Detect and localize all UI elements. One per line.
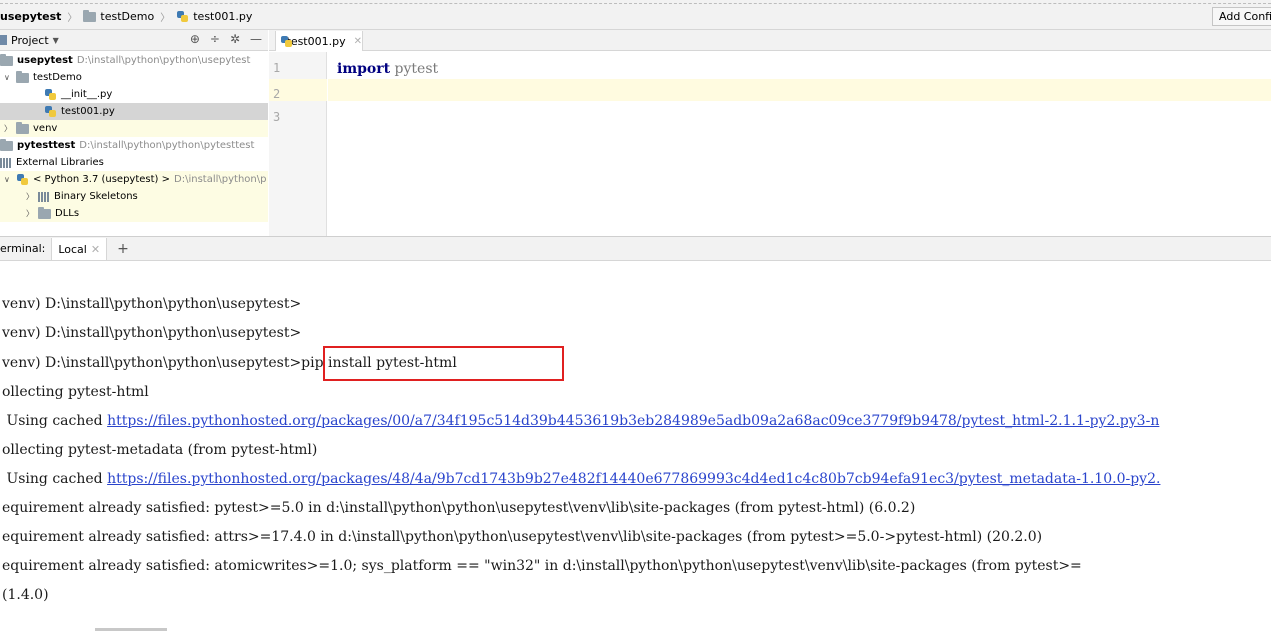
terminal-line: equirement already satisfied: atomicwrit… bbox=[2, 558, 1082, 574]
chevron-right-icon[interactable]: 〉 bbox=[26, 208, 34, 219]
chevron-down-icon[interactable]: ∨ bbox=[4, 73, 12, 82]
add-configuration-button[interactable]: Add Confi bbox=[1212, 7, 1271, 26]
tree-item-label: __init__.py bbox=[61, 89, 113, 100]
dropdown-arrow-icon: ▼ bbox=[52, 35, 59, 45]
tree-item-label: testDemo bbox=[33, 72, 82, 83]
close-icon[interactable]: ✕ bbox=[91, 243, 100, 256]
breadcrumb-file-label: test001.py bbox=[193, 10, 253, 23]
tree-item-python-sdk[interactable]: ∨ < Python 3.7 (usepytest) > D:\install\… bbox=[0, 171, 268, 188]
line-number: 2 bbox=[273, 87, 281, 101]
python-file-icon bbox=[280, 35, 292, 48]
package-url-link[interactable]: https://files.pythonhosted.org/packages/… bbox=[107, 413, 1159, 429]
tree-item-pytesttest[interactable]: pytesttest D:\install\python\python\pyte… bbox=[0, 137, 268, 154]
tree-item-label: pytesttest bbox=[17, 140, 76, 151]
terminal-line: Using cached https://files.pythonhosted.… bbox=[2, 471, 1160, 487]
close-icon[interactable]: ✕ bbox=[354, 36, 362, 47]
project-toolbar: ⊕ ÷ ✲ — bbox=[190, 32, 262, 46]
terminal-line: equirement already satisfied: attrs>=17.… bbox=[2, 529, 1043, 545]
chevron-right-icon: 〉 bbox=[160, 13, 171, 24]
highlight-box bbox=[323, 346, 564, 381]
breadcrumb-project[interactable]: usepytest bbox=[0, 10, 61, 23]
tree-item-label: DLLs bbox=[55, 208, 80, 219]
folder-icon bbox=[0, 53, 13, 66]
breadcrumb-folder-label: testDemo bbox=[100, 10, 155, 23]
line-number: 3 bbox=[273, 110, 281, 124]
tree-item-init[interactable]: __init__.py bbox=[0, 86, 268, 103]
code-keyword: import bbox=[337, 61, 391, 77]
tree-item-external-libraries[interactable]: External Libraries bbox=[0, 154, 268, 171]
terminal-line: Using cached https://files.pythonhosted.… bbox=[2, 413, 1159, 429]
tree-item-usepytest[interactable]: usepytest D:\install\python\python\usepy… bbox=[0, 52, 268, 69]
python-file-icon bbox=[44, 88, 57, 101]
breadcrumb-project-label: usepytest bbox=[0, 10, 62, 23]
tree-item-path: D:\install\python\p bbox=[174, 174, 267, 185]
breadcrumb-file[interactable]: test001.py bbox=[176, 10, 252, 23]
tree-item-testdemo[interactable]: ∨ testDemo bbox=[0, 69, 268, 86]
library-icon bbox=[0, 157, 12, 168]
current-line-highlight bbox=[328, 79, 1271, 101]
terminal-line-prefix: Using cached bbox=[2, 471, 108, 487]
breadcrumb-folder[interactable]: testDemo bbox=[83, 9, 155, 23]
terminal-output[interactable]: venv) D:\install\python\python\usepytest… bbox=[0, 262, 1271, 631]
terminal-line: ollecting pytest-metadata (from pytest-h… bbox=[2, 442, 318, 458]
editor-tab-bar: test001.py ✕ bbox=[269, 30, 1271, 51]
code-editor[interactable]: import pytest bbox=[328, 52, 1271, 236]
folder-icon bbox=[16, 70, 29, 83]
terminal-tab-label: Local bbox=[58, 242, 87, 256]
code-line: import pytest bbox=[337, 61, 438, 77]
project-tree: usepytest D:\install\python\python\usepy… bbox=[0, 52, 268, 236]
tree-item-test001[interactable]: test001.py bbox=[0, 103, 268, 120]
tree-item-venv[interactable]: 〉 venv bbox=[0, 120, 268, 137]
terminal-header: erminal: Local ✕ + bbox=[0, 236, 1271, 261]
tree-item-path: D:\install\python\python\usepytest bbox=[76, 55, 251, 66]
folder-icon bbox=[83, 9, 97, 22]
folder-icon bbox=[38, 206, 51, 219]
line-number-gutter: 1 2 3 bbox=[269, 52, 327, 236]
project-icon bbox=[0, 35, 7, 45]
package-url-link[interactable]: https://files.pythonhosted.org/packages/… bbox=[107, 471, 1160, 487]
tree-item-dlls[interactable]: 〉 DLLs bbox=[0, 205, 268, 222]
terminal-title: erminal: bbox=[0, 242, 46, 255]
tab-test001[interactable]: test001.py ✕ bbox=[275, 31, 363, 51]
terminal-tab-local[interactable]: Local ✕ bbox=[51, 237, 108, 260]
python-sdk-icon bbox=[16, 173, 29, 186]
tab-label: test001.py bbox=[286, 34, 346, 48]
tree-item-label: < Python 3.7 (usepytest) > bbox=[33, 174, 171, 185]
library-icon bbox=[38, 191, 50, 202]
chevron-right-icon[interactable]: 〉 bbox=[4, 123, 12, 134]
navigation-bar: usepytest 〉 testDemo 〉 test001.py Add Co… bbox=[0, 0, 1271, 30]
menu-bar-remnant bbox=[0, 0, 1271, 4]
tree-item-binary-skeletons[interactable]: 〉 Binary Skeletons bbox=[0, 188, 268, 205]
tree-item-path: D:\install\python\python\pytesttest bbox=[79, 140, 255, 151]
tree-item-label: usepytest bbox=[17, 55, 73, 66]
gear-icon[interactable]: ✲ bbox=[230, 32, 240, 46]
chevron-down-icon[interactable]: ∨ bbox=[4, 175, 12, 184]
python-file-icon bbox=[176, 10, 189, 23]
terminal-line-prefix: Using cached bbox=[2, 413, 108, 429]
tree-item-label: Binary Skeletons bbox=[54, 191, 138, 202]
tree-item-label: venv bbox=[33, 123, 58, 134]
terminal-line: equirement already satisfied: pytest>=5.… bbox=[2, 500, 916, 516]
project-view-selector[interactable]: Project ▼ bbox=[0, 34, 59, 47]
new-terminal-icon[interactable]: + bbox=[117, 241, 129, 257]
tree-item-label: test001.py bbox=[61, 106, 115, 117]
project-panel-title: Project bbox=[11, 33, 49, 47]
breadcrumb: usepytest 〉 testDemo 〉 test001.py bbox=[0, 9, 252, 24]
project-panel-header: Project ▼ ⊕ ÷ ✲ — bbox=[0, 30, 268, 51]
chevron-right-icon: 〉 bbox=[67, 13, 78, 24]
folder-icon bbox=[0, 138, 13, 151]
terminal-line: (1.4.0) bbox=[2, 587, 49, 603]
chevron-right-icon[interactable]: 〉 bbox=[26, 191, 34, 202]
folder-icon bbox=[16, 121, 29, 134]
code-module: pytest bbox=[390, 61, 439, 77]
terminal-line: venv) D:\install\python\python\usepytest… bbox=[2, 325, 302, 341]
locate-file-icon[interactable]: ⊕ bbox=[190, 32, 200, 46]
tree-item-label: External Libraries bbox=[16, 157, 104, 168]
terminal-line: ollecting pytest-html bbox=[2, 384, 149, 400]
python-file-icon bbox=[44, 105, 57, 118]
terminal-line: venv) D:\install\python\python\usepytest… bbox=[2, 296, 302, 312]
hide-panel-icon[interactable]: — bbox=[250, 32, 262, 46]
line-number: 1 bbox=[273, 61, 281, 75]
collapse-all-icon[interactable]: ÷ bbox=[210, 32, 220, 46]
